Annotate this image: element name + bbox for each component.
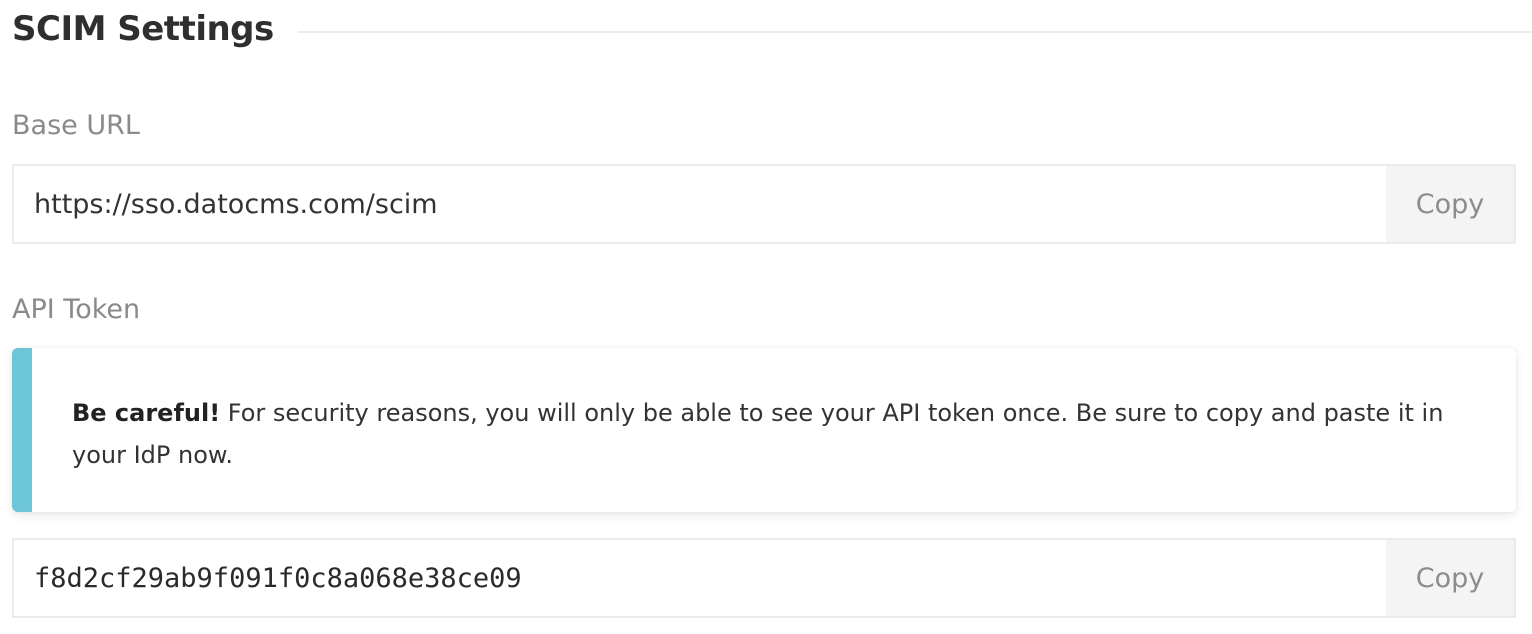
section-title: SCIM Settings — [12, 9, 274, 49]
api-token-copy-button[interactable]: Copy — [1386, 540, 1514, 616]
section-divider — [297, 31, 1532, 33]
notice-body: Be careful! For security reasons, you wi… — [32, 348, 1516, 512]
section-header: SCIM Settings — [12, 6, 1532, 52]
notice-strong-text: Be careful! — [72, 399, 221, 427]
api-token-field: f8d2cf29ab9f091f0c8a068e38ce09 Copy — [12, 538, 1516, 618]
base-url-value[interactable]: https://sso.datocms.com/scim — [14, 166, 1386, 242]
notice-accent-bar — [12, 348, 32, 512]
base-url-label: Base URL — [12, 110, 140, 141]
api-token-value[interactable]: f8d2cf29ab9f091f0c8a068e38ce09 — [14, 540, 1386, 616]
notice-text: For security reasons, you will only be a… — [72, 399, 1444, 469]
scim-settings-page: SCIM Settings Base URL https://sso.datoc… — [0, 0, 1532, 634]
base-url-copy-button[interactable]: Copy — [1386, 166, 1514, 242]
api-token-label: API Token — [12, 294, 141, 325]
api-token-warning-notice: Be careful! For security reasons, you wi… — [12, 348, 1516, 512]
base-url-field: https://sso.datocms.com/scim Copy — [12, 164, 1516, 244]
